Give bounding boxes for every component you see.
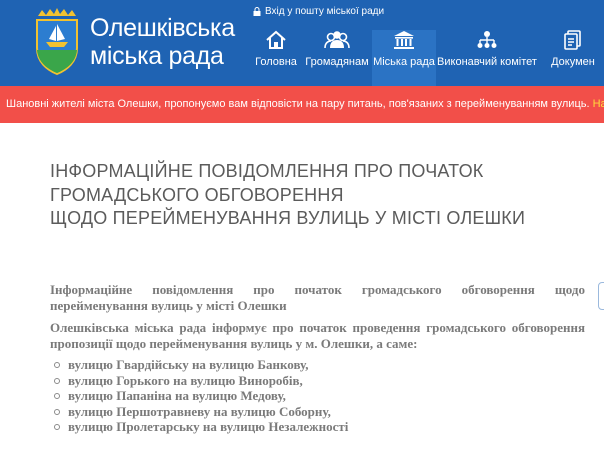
list-item: вулицю Пролетарську на вулицю Незалежнос…	[50, 419, 570, 435]
nav-item-documents[interactable]: Докумен	[538, 30, 604, 86]
city-coat-of-arms-logo[interactable]	[32, 6, 82, 76]
nav-label-executive-committee: Виконавчий комітет	[437, 56, 537, 68]
list-item: вулицю Горького на вулицю Виноробів,	[50, 373, 570, 389]
announcement-text: Шановні жителі міста Олешки, пропонуємо …	[6, 98, 593, 110]
side-widget-button[interactable]	[598, 282, 604, 310]
title-line-1: ІНФОРМАЦІЙНЕ ПОВІДОМЛЕННЯ ПРО ПОЧАТОК	[50, 161, 484, 181]
list-item: вулицю Гвардійську на вулицю Банкову,	[50, 357, 570, 373]
document-icon	[564, 30, 581, 50]
article-body: Олешківська міська рада інформує про поч…	[50, 320, 585, 351]
nav-label-citizens: Громадянам	[305, 56, 369, 68]
list-item: вулицю Першотравневу на вулицю Соборну,	[50, 404, 570, 420]
title-line-2: ГРОМАДСЬКОГО ОБГОВОРЕННЯ	[50, 184, 344, 205]
list-item: вулицю Папаніна на вулицю Медову,	[50, 388, 570, 404]
nav-item-citizens[interactable]: Громадянам	[302, 30, 372, 86]
brand-line-1: Олешківська	[90, 14, 235, 42]
announcement-link[interactable]: Натисніть тут щоб	[593, 98, 604, 110]
street-rename-list: вулицю Гвардійську на вулицю Банкову, ву…	[50, 357, 570, 435]
nav-label-city-council: Міська рада	[373, 56, 435, 68]
announcement-bar: Шановні жителі міста Олешки, пропонуємо …	[0, 86, 604, 123]
home-icon	[266, 30, 286, 49]
mail-login-link[interactable]: Вхід у пошту міської ради	[253, 6, 384, 17]
main-nav: Головна Громадянам Міська рада Виконавчи…	[250, 30, 604, 86]
lock-icon	[253, 7, 261, 16]
site-brand[interactable]: Олешківська міська рада	[90, 14, 235, 70]
nav-item-city-council[interactable]: Міська рада	[372, 30, 436, 86]
site-header: Олешківська міська рада Вхід у пошту міс…	[0, 0, 604, 86]
people-icon	[324, 31, 350, 49]
org-chart-icon	[477, 31, 497, 48]
title-line-3: ЩОДО ПЕРЕЙМЕНУВАННЯ ВУЛИЦЬ У МІСТІ ОЛЕШК…	[50, 208, 526, 228]
building-icon	[394, 31, 414, 49]
brand-line-2: міська рада	[90, 42, 224, 70]
nav-item-executive-committee[interactable]: Виконавчий комітет	[436, 30, 538, 86]
nav-label-home: Головна	[255, 56, 297, 68]
article-intro: Інформаційне повідомлення про початок гр…	[50, 282, 585, 313]
nav-item-home[interactable]: Головна	[250, 30, 302, 86]
mail-login-label: Вхід у пошту міської ради	[265, 6, 385, 17]
nav-label-documents: Докумен	[551, 56, 595, 68]
page-title: ІНФОРМАЦІЙНЕ ПОВІДОМЛЕННЯ ПРО ПОЧАТОК ГР…	[50, 160, 570, 231]
